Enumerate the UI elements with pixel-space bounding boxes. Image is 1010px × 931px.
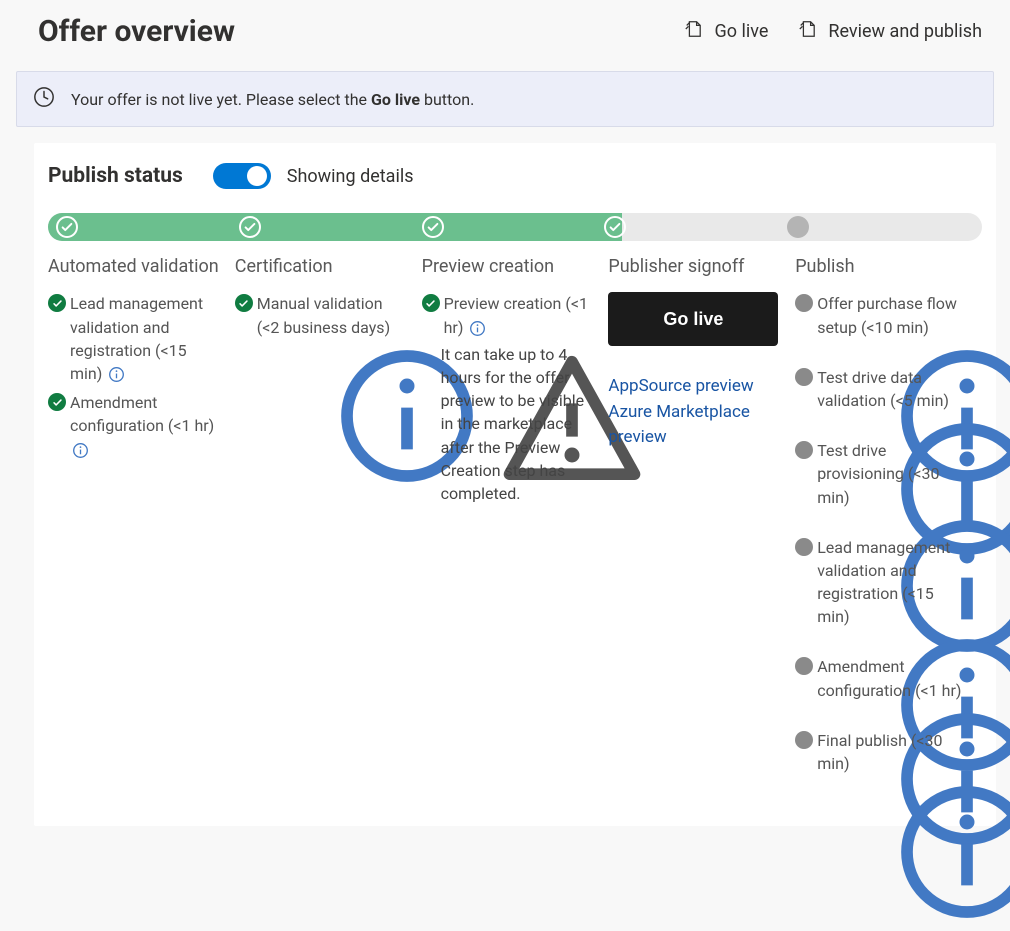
check-circle-icon [48,294,66,312]
stage-marker-5 [787,216,809,238]
step-label: Amendment configuration (<1 hr) [817,655,968,701]
go-live-button[interactable]: Go live [684,19,768,44]
header-actions: Go live Review and publish [684,19,994,44]
info-icon[interactable] [108,366,125,383]
check-icon [239,216,261,238]
stage-title: Publisher signoff [608,255,783,278]
step-label: Final publish (<30 min) [817,729,968,775]
document-icon [798,19,816,44]
stage-title: Preview creation [422,255,597,278]
info-icon[interactable] [817,704,834,721]
info-icon[interactable] [817,630,834,647]
pending-dot-icon [795,731,813,749]
check-icon [604,216,626,238]
stage-column: Automated validation Lead management vali… [48,255,235,802]
toggle-knob [247,166,267,186]
step-row: Test drive data validation (<5 min) [795,366,970,412]
check-circle-icon [235,294,253,312]
info-icon[interactable] [817,341,834,358]
step-label: Lead management validation and registrat… [70,292,221,385]
go-live-label: Go live [714,21,768,42]
stage-column: Certification Manual validation (<2 busin… [235,255,422,802]
info-icon[interactable] [817,511,834,528]
warning-icon [422,345,439,362]
page-title: Offer overview [38,14,684,49]
step-row: Lead management validation and registrat… [48,292,223,385]
details-toggle[interactable] [213,163,271,189]
publish-status-card: Publish status Showing details Automated… [34,143,996,826]
step-row: Amendment configuration (<1 hr) [48,391,223,461]
check-icon [422,216,444,238]
review-and-publish-button[interactable]: Review and publish [798,19,982,44]
step-label: Manual validation (<2 business days) [257,292,408,338]
notice-bar: Your offer is not live yet. Please selec… [16,71,994,127]
info-icon[interactable] [469,320,486,337]
step-row: Amendment configuration (<1 hr) [795,655,970,701]
pending-dot-icon [795,538,813,556]
stage-marker-4 [604,216,626,238]
check-circle-icon [422,294,440,312]
clock-icon [33,86,55,112]
pending-dot-icon [795,657,813,675]
pending-dot-icon [795,441,813,459]
preview-link[interactable]: AppSource preview [608,374,783,400]
status-header-row: Publish status Showing details [48,163,982,189]
stage-title: Automated validation [48,255,223,278]
stages-container: Automated validation Lead management vali… [48,255,982,802]
step-label: Offer purchase flow setup (<10 min) [817,292,968,338]
stage-marker-3 [422,216,444,238]
stage-column: Publisher signoff Go live AppSource previe… [608,255,795,802]
info-icon[interactable] [72,442,89,459]
step-label: Test drive provisioning (<30 min) [817,439,968,509]
stage-column: Publish Offer purchase flow setup (<10 mi… [795,255,982,802]
step-row: Final publish (<30 min) [795,729,970,775]
stage-column: Preview creation Preview creation (<1 hr)… [422,255,609,802]
page-header: Offer overview Go live Review and publis… [0,0,1010,67]
details-toggle-label: Showing details [287,166,414,187]
stage-title: Publish [795,255,970,278]
check-circle-icon [48,393,66,411]
step-label: Test drive data validation (<5 min) [817,366,968,412]
check-icon [56,216,78,238]
warning-note: It can take up to 4 hours for the offer … [422,343,597,505]
step-row: Preview creation (<1 hr) [422,292,597,338]
step-label: Amendment configuration (<1 hr) [70,391,221,461]
step-row: Manual validation (<2 business days) [235,292,410,338]
info-icon[interactable] [817,414,834,431]
go-live-cta-button[interactable]: Go live [608,292,778,346]
publish-status-heading: Publish status [48,164,183,188]
warning-text: It can take up to 4 hours for the offer … [441,343,597,505]
step-row: Offer purchase flow setup (<10 min) [795,292,970,338]
progress-bar-fill [48,213,622,241]
stage-marker-1 [56,216,78,238]
progress-bar [48,213,982,241]
document-icon [684,19,702,44]
stage-marker-2 [239,216,261,238]
step-row: Test drive provisioning (<30 min) [795,439,970,509]
pending-dot-icon [787,216,809,238]
info-icon[interactable] [817,777,834,794]
pending-dot-icon [795,368,813,386]
step-row: Lead management validation and registrat… [795,536,970,629]
details-toggle-wrap: Showing details [213,163,414,189]
step-label: Preview creation (<1 hr) [444,292,595,338]
review-publish-label: Review and publish [828,21,982,42]
notice-text: Your offer is not live yet. Please selec… [71,90,474,109]
step-label: Lead management validation and registrat… [817,536,968,629]
preview-link[interactable]: Azure Marketplace preview [608,400,783,451]
info-icon[interactable] [257,341,274,358]
pending-dot-icon [795,294,813,312]
stage-title: Certification [235,255,410,278]
